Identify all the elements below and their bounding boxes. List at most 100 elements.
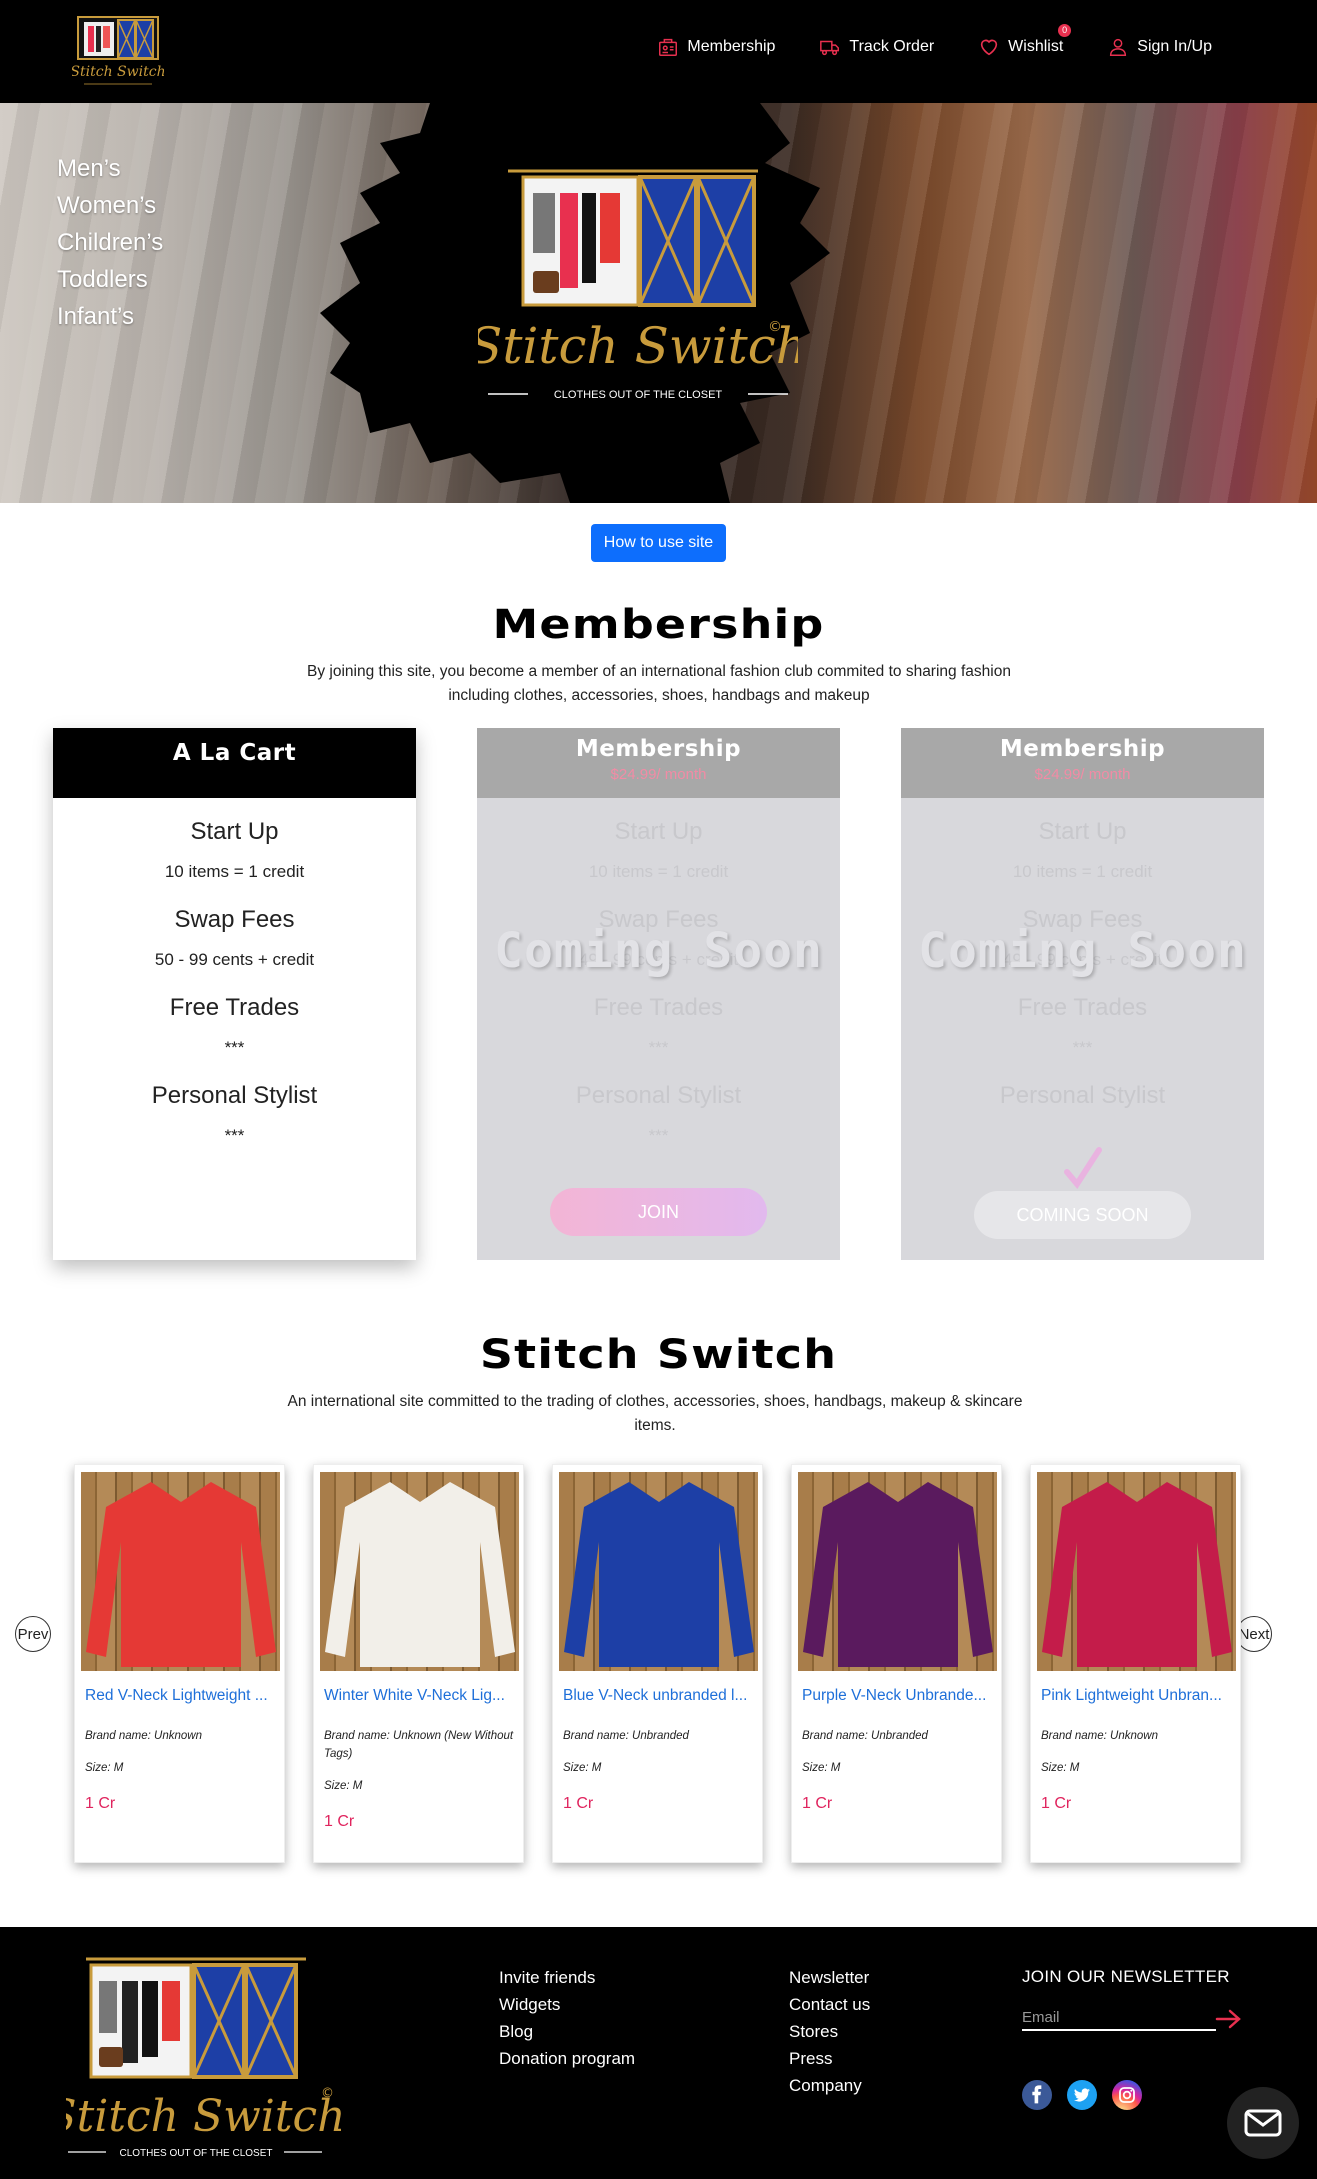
chat-mail-button[interactable] <box>1227 2087 1299 2159</box>
product-name[interactable]: Red V-Neck Lightweight ... <box>85 1687 280 1705</box>
checkmark-icon <box>1064 1147 1102 1190</box>
footer-link-company[interactable]: Company <box>789 2075 870 2096</box>
nav-wishlist[interactable]: Wishlist 0 <box>978 24 1072 58</box>
category-infants[interactable]: Infant’s <box>57 301 163 332</box>
nav-sign-in-label: Sign In/Up <box>1137 38 1212 55</box>
user-icon <box>1110 38 1127 56</box>
join-button[interactable]: JOIN <box>550 1188 767 1236</box>
product-name[interactable]: Pink Lightweight Unbran... <box>1041 1687 1236 1705</box>
footer-link-newsletter[interactable]: Newsletter <box>789 1967 870 1988</box>
feature-stylist-value: *** <box>648 1126 669 1145</box>
instagram-icon[interactable] <box>1112 2080 1142 2110</box>
nav-sign-in[interactable]: Sign In/Up <box>1107 36 1212 58</box>
feature-trades-label: Free Trades <box>593 994 724 1021</box>
plan-title: Membership <box>999 736 1166 762</box>
product-name[interactable]: Purple V-Neck Unbrande... <box>802 1687 997 1705</box>
plan-title: Membership <box>575 736 742 762</box>
nav-wishlist-label: Wishlist <box>1008 38 1064 55</box>
category-womens[interactable]: Women’s <box>57 190 163 221</box>
product-price: 1 Cr <box>324 1813 355 1830</box>
mail-icon <box>1244 2109 1282 2137</box>
nav-track-order-label: Track Order <box>849 38 935 55</box>
product-image[interactable] <box>559 1472 758 1671</box>
footer-copyright-mark: © <box>321 2086 334 2101</box>
facebook-icon[interactable] <box>1022 2080 1052 2110</box>
twitter-icon[interactable] <box>1067 2080 1097 2110</box>
footer-link-invite-friends[interactable]: Invite friends <box>499 1967 635 1988</box>
coming-soon-button[interactable]: COMING SOON <box>974 1191 1191 1239</box>
feature-startup-label: Start Up <box>614 818 703 845</box>
product-price: 1 Cr <box>85 1795 116 1812</box>
feature-stylist-label: Personal Stylist <box>151 1082 318 1109</box>
product-brand: Brand name: Unbranded <box>802 1730 928 1742</box>
membership-icon <box>659 38 678 56</box>
nav-links: Membership Track Order Wishlist 0 Sign I… <box>657 24 1212 58</box>
product-image[interactable] <box>1037 1472 1236 1671</box>
feature-trades-label: Free Trades <box>1017 994 1148 1021</box>
footer-link-contact[interactable]: Contact us <box>789 1994 870 2015</box>
site-logo[interactable]: Stitch Switch <box>72 14 164 90</box>
product-size: Size: M <box>1041 1762 1080 1774</box>
product-card[interactable]: Blue V-Neck unbranded l... Brand name: U… <box>552 1464 763 1863</box>
product-card[interactable]: Pink Lightweight Unbran... Brand name: U… <box>1030 1464 1241 1863</box>
plan-price: $24.99/ month <box>1034 766 1131 783</box>
sweater-shape <box>86 1482 276 1667</box>
feature-startup-label: Start Up <box>190 818 279 845</box>
category-mens[interactable]: Men’s <box>57 153 163 184</box>
sweater-shape <box>803 1482 993 1667</box>
product-brand: Brand name: Unknown <box>85 1730 202 1742</box>
coming-soon-overlay: Coming Soon <box>494 923 823 979</box>
feature-stylist-label: Personal Stylist <box>575 1082 742 1109</box>
hero-wordmark: Stitch Switch <box>478 317 798 375</box>
sweater-shape <box>564 1482 754 1667</box>
feature-trades-value: *** <box>1072 1038 1093 1057</box>
footer-links-col-2: Newsletter Contact us Stores Press Compa… <box>789 1967 870 2096</box>
how-to-use-site-button[interactable]: How to use site <box>591 524 726 562</box>
carousel-prev-button[interactable]: Prev <box>15 1616 51 1652</box>
category-toddlers[interactable]: Toddlers <box>57 264 163 295</box>
footer-logo[interactable]: Stitch Switch © CLOTHES OUT OF THE CLOSE… <box>66 1951 341 2166</box>
membership-description: By joining this site, you become a membe… <box>307 663 1011 704</box>
product-image[interactable] <box>798 1472 997 1671</box>
product-name[interactable]: Blue V-Neck unbranded l... <box>563 1687 758 1705</box>
product-brand: Brand name: Unknown (New Without Tags) <box>324 1730 514 1760</box>
product-brand: Brand name: Unbranded <box>563 1730 689 1742</box>
truck-icon <box>820 40 840 56</box>
product-card[interactable]: Purple V-Neck Unbrande... Brand name: Un… <box>791 1464 1002 1863</box>
product-card[interactable]: Red V-Neck Lightweight ... Brand name: U… <box>74 1464 285 1863</box>
membership-section-title: Membership <box>492 602 825 648</box>
footer-link-widgets[interactable]: Widgets <box>499 1994 635 2015</box>
product-price: 1 Cr <box>563 1795 594 1812</box>
product-card[interactable]: Winter White V-Neck Lig... Brand name: U… <box>313 1464 524 1863</box>
product-size: Size: M <box>324 1780 363 1792</box>
carousel-next-button[interactable]: Next <box>1236 1616 1272 1652</box>
nav-membership[interactable]: Membership <box>657 36 775 58</box>
coming-soon-overlay: Coming Soon <box>918 923 1247 979</box>
feature-trades-value: *** <box>224 1038 245 1057</box>
product-price: 1 Cr <box>802 1795 833 1812</box>
plan-card-header: Membership $24.99/ month <box>901 728 1264 798</box>
feature-startup-value: 10 items = 1 credit <box>1012 862 1153 881</box>
svg-text:Stitch Switch: Stitch Switch <box>72 64 164 80</box>
footer-link-donation[interactable]: Donation program <box>499 2048 635 2069</box>
product-image[interactable] <box>81 1472 280 1671</box>
product-size: Size: M <box>563 1762 602 1774</box>
plan-card-header: A La Cart <box>53 728 416 798</box>
arrow-right-icon[interactable] <box>1215 2007 1243 2031</box>
feature-swap-label: Swap Fees <box>174 906 295 933</box>
footer-link-press[interactable]: Press <box>789 2048 870 2069</box>
nav-track-order[interactable]: Track Order <box>819 36 934 58</box>
plan-features: Start Up 10 items = 1 credit Swap Fees 5… <box>53 798 416 1156</box>
newsletter-email-input[interactable] <box>1022 2005 1216 2031</box>
hero-tagline: CLOTHES OUT OF THE CLOSET <box>554 389 723 401</box>
footer-link-stores[interactable]: Stores <box>789 2021 870 2042</box>
plan-title: A La Cart <box>172 740 297 766</box>
hero-copyright-mark: © <box>768 319 782 335</box>
product-image[interactable] <box>320 1472 519 1671</box>
category-childrens[interactable]: Children’s <box>57 227 163 258</box>
product-brand: Brand name: Unknown <box>1041 1730 1158 1742</box>
footer-link-blog[interactable]: Blog <box>499 2021 635 2042</box>
feature-startup-label: Start Up <box>1038 818 1127 845</box>
product-name[interactable]: Winter White V-Neck Lig... <box>324 1687 519 1705</box>
plan-card-header: Membership $24.99/ month <box>477 728 840 798</box>
